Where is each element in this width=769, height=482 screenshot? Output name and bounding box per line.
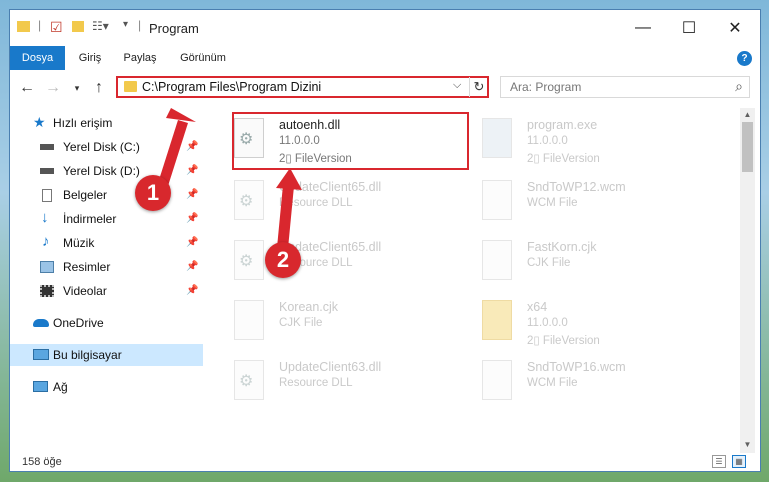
annotation-arrows	[158, 108, 302, 259]
arrow-1-head	[166, 108, 196, 122]
arrow-1-shaft	[158, 120, 188, 186]
step-badge-1: 1	[135, 175, 171, 211]
step-badge-2: 2	[265, 242, 301, 278]
arrow-2-head	[276, 168, 302, 190]
